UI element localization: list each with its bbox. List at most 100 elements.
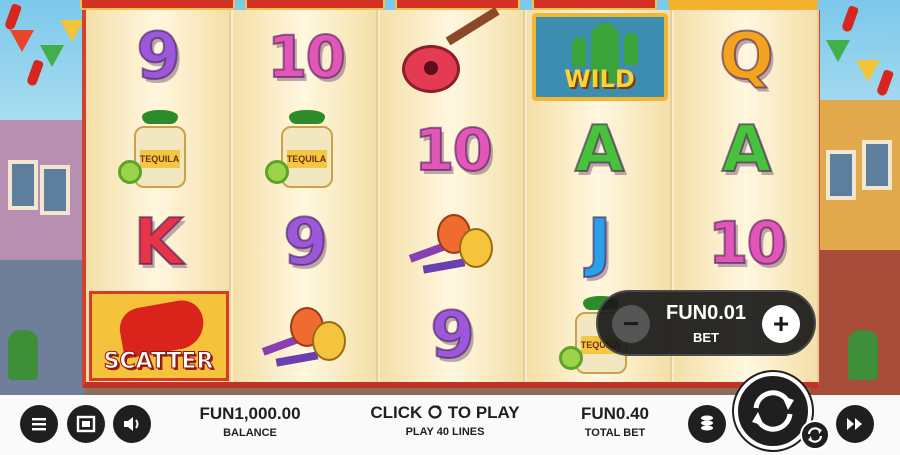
menu-icon <box>32 418 46 431</box>
click-text: CLICK <box>370 403 423 422</box>
reel-cell: A <box>674 103 819 196</box>
maraca-handle <box>275 350 318 367</box>
wild-symbol: WILD <box>531 12 668 101</box>
reel-cell: SCATTER <box>86 289 231 382</box>
autospin-button[interactable] <box>800 420 830 450</box>
guitar-hole <box>423 60 438 75</box>
reel-cell <box>233 289 378 382</box>
bunting-flag <box>10 30 34 52</box>
cactus-arm <box>571 36 586 67</box>
balance-label: BALANCE <box>223 427 277 439</box>
fullscreen-icon <box>76 415 96 433</box>
symbol-10: 10 <box>707 208 788 277</box>
reel-cell: 9 <box>233 196 378 289</box>
symbol-a: A <box>574 112 626 187</box>
total-bet-label: TOTAL BET <box>584 427 646 439</box>
top-panel <box>245 0 385 10</box>
to-play-text: TO PLAY <box>447 403 520 422</box>
symbol-10: 10 <box>413 115 494 184</box>
autospin-icon <box>807 427 823 443</box>
sombrero-icon <box>288 109 325 124</box>
chili-decoration <box>25 59 45 87</box>
reel-cell: 10 <box>380 103 525 196</box>
window <box>862 140 892 190</box>
reel-cell <box>380 196 525 289</box>
top-panel <box>395 0 520 10</box>
reel-cell: TEQUILA <box>86 103 231 196</box>
sound-button[interactable] <box>113 405 151 443</box>
menu-button[interactable] <box>20 405 58 443</box>
reel-3: 10 9 <box>380 6 525 382</box>
reel-cell: A <box>527 103 672 196</box>
scatter-label: SCATTER <box>103 348 214 374</box>
fast-forward-icon <box>847 418 862 430</box>
coins-icon <box>701 415 713 431</box>
maraca-handle <box>422 257 465 274</box>
increase-bet-button[interactable]: + <box>762 305 800 343</box>
reel-cell: TEQUILA <box>233 103 378 196</box>
bunting-flag <box>826 40 850 62</box>
lime-icon <box>264 159 289 184</box>
balance-value: FUN1,000.00 <box>199 404 301 423</box>
reel-1: 9 TEQUILA K SCATTER <box>86 10 231 382</box>
reel-cell: 9 <box>86 10 231 103</box>
symbol-q: Q <box>718 19 774 94</box>
maraca-icon <box>458 227 493 268</box>
reel-cell: WILD <box>527 10 672 103</box>
top-panel <box>80 0 235 10</box>
wild-label: WILD <box>564 64 635 93</box>
reel-cell: K <box>86 196 231 289</box>
window <box>826 150 856 200</box>
symbol-k: K <box>133 205 185 280</box>
lime-icon <box>558 345 583 370</box>
symbol-a: A <box>721 112 773 187</box>
bet-panel: − FUN0.01 BET + <box>596 290 816 356</box>
spin-icon <box>752 390 794 432</box>
cactus-arm <box>623 32 638 65</box>
reel-cell: 10 <box>674 196 819 289</box>
chili-decoration <box>840 5 860 33</box>
tequila-symbol: TEQUILA <box>264 109 341 190</box>
symbol-9: 9 <box>282 205 329 280</box>
cactus-plant <box>848 330 878 380</box>
tequila-label: TEQUILA <box>139 149 180 168</box>
chili-decoration <box>3 3 23 31</box>
reel-cell: 10 <box>233 10 378 103</box>
tequila-label: TEQUILA <box>286 149 327 168</box>
reel-cell: 9 <box>380 289 525 382</box>
tequila-symbol: TEQUILA <box>117 109 194 190</box>
symbol-9: 9 <box>429 298 476 373</box>
lime-icon <box>117 159 142 184</box>
speaker-icon <box>124 417 139 431</box>
scatter-symbol: SCATTER <box>88 290 229 381</box>
window <box>8 160 38 210</box>
symbol-j: J <box>587 205 613 280</box>
symbol-9: 9 <box>135 19 182 94</box>
guitar-neck <box>445 6 500 45</box>
lines-text: PLAY 40 LINES <box>405 426 485 438</box>
maraca-icon <box>311 320 346 361</box>
fullscreen-button[interactable] <box>67 405 105 443</box>
play-prompt: CLICK TO PLAY PLAY 40 LINES <box>350 403 540 438</box>
reel-cell <box>380 6 525 103</box>
bet-settings-button[interactable] <box>688 405 726 443</box>
balance-display: FUN1,000.00 BALANCE <box>185 404 315 439</box>
total-bet-display: FUN0.40 TOTAL BET <box>560 404 670 439</box>
maracas-symbol <box>256 301 356 371</box>
guitar-symbol <box>398 6 508 97</box>
reel-cell: J <box>527 196 672 289</box>
symbol-10: 10 <box>266 22 347 91</box>
bunting-flag <box>856 60 880 82</box>
bunting-flag <box>60 20 84 42</box>
turbo-button[interactable] <box>836 405 874 443</box>
sombrero-icon <box>141 109 178 124</box>
total-bet-value: FUN0.40 <box>580 404 650 423</box>
maracas-symbol <box>403 208 503 278</box>
reel-2: 10 TEQUILA 9 <box>233 10 378 382</box>
top-panel <box>532 0 657 10</box>
reel-cell: Q <box>674 10 819 103</box>
cactus-plant <box>8 330 38 380</box>
refresh-icon <box>428 405 442 419</box>
click-to-play-line: CLICK TO PLAY <box>350 403 540 423</box>
window <box>40 165 70 215</box>
